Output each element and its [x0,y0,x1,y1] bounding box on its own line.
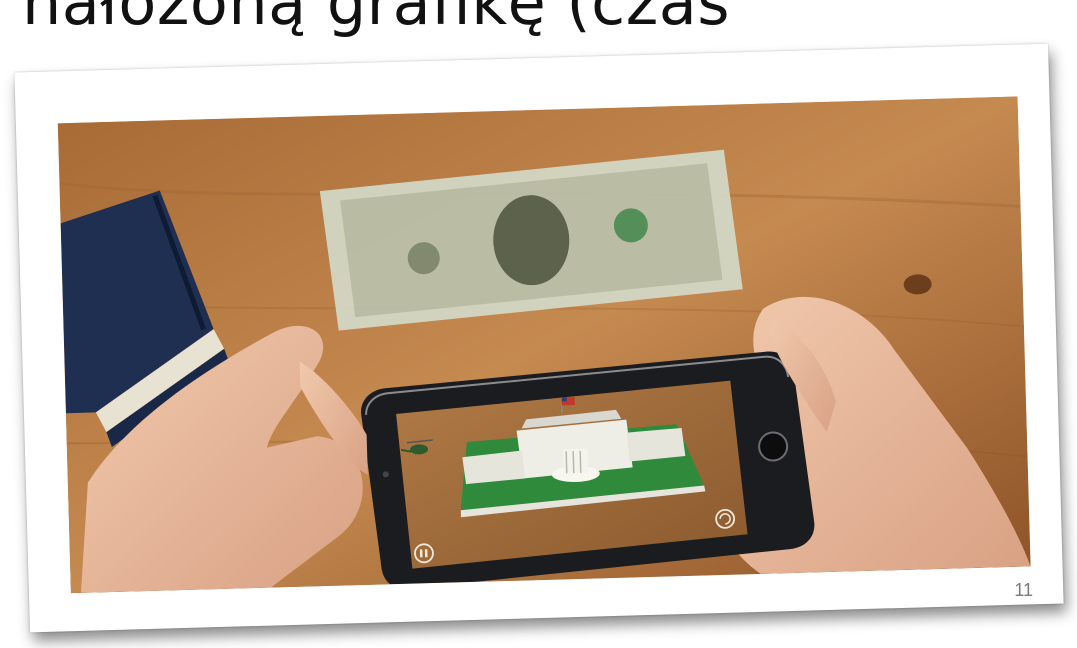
slide-number: 11 [1014,580,1033,600]
slide-heading: nałożoną grafikę (czas [22,0,731,39]
ar-photo [57,96,1031,594]
home-button [758,431,789,462]
photo-card [14,43,1064,633]
ar-photo-illustration [57,96,1031,594]
